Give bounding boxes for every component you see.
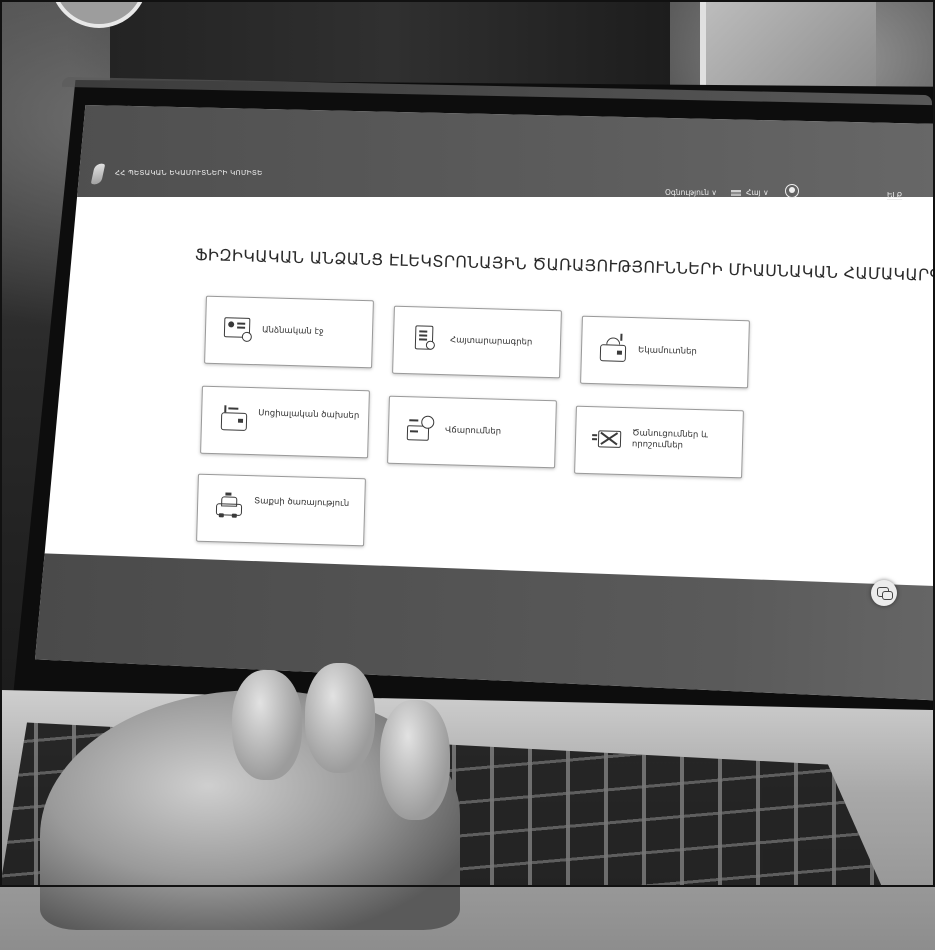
tile-social-expenses[interactable]: Սոցիալական ծախսեր [200, 385, 370, 459]
brand-logo[interactable] [90, 162, 106, 186]
tile-notifications[interactable]: Ծանուցումներ և որոշումներ [574, 405, 744, 479]
tile-label: Եկամուտներ [637, 345, 697, 357]
payments-icon [405, 413, 436, 444]
brand-name[interactable]: ՀՀ ՊԵՏԱԿԱՆ ԵԿԱՄՈՒՏՆԵՐԻ ԿՈՄԻՏԵ [115, 169, 263, 177]
tile-label: Վճարումներ [444, 425, 502, 437]
declarations-icon [410, 323, 441, 354]
social-expenses-icon [218, 403, 249, 434]
hand-finger [305, 663, 375, 773]
tile-taxi-service[interactable]: Տաքսի ծառայություն [196, 473, 366, 547]
tile-label: Անձնական էջ [261, 325, 324, 337]
tile-payments[interactable]: Վճարումներ [387, 395, 557, 469]
help-menu[interactable]: Օգնություն ∨ [665, 188, 717, 197]
page-title: ՖԻԶԻԿԱԿԱՆ ԱՆՁԱՆՑ ԷԼԵԿՏՐՈՆԱՅԻՆ ԾԱՌԱՅՈՒԹՅՈ… [194, 245, 935, 285]
tile-label: Տաքսի ծառայություն [254, 496, 350, 509]
personal-page-icon [222, 313, 253, 344]
user-account-icon[interactable] [785, 184, 799, 198]
laptop-screen: ՀՀ ՊԵՏԱԿԱՆ ԵԿԱՄՈՒՏՆԵՐԻ ԿՈՄԻՏԵ Օգնություն… [35, 105, 935, 701]
tile-incomes[interactable]: Եկամուտներ [580, 315, 750, 389]
incomes-icon [598, 333, 629, 364]
language-selector[interactable]: Հայ ∨ [746, 188, 769, 197]
tile-personal-page[interactable]: Անձնական էջ [204, 295, 374, 369]
taxi-icon [214, 491, 245, 522]
hand-finger [232, 670, 302, 780]
language-label: Հայ [746, 188, 761, 197]
language-caret-icon: ∨ [763, 188, 769, 197]
notifications-icon [592, 423, 623, 454]
armenian-flag-icon[interactable] [731, 190, 741, 196]
tile-label: Ծանուցումներ և որոշումներ [631, 428, 709, 451]
hand-finger [380, 700, 450, 820]
logout-link[interactable]: ԵԼՔ [887, 191, 902, 200]
tile-label: Սոցիալական ծախսեր [258, 408, 360, 422]
chat-icon[interactable] [871, 580, 897, 606]
tile-label: Հայտարարագրեր [449, 335, 533, 348]
tile-declarations[interactable]: Հայտարարագրեր [392, 305, 562, 379]
